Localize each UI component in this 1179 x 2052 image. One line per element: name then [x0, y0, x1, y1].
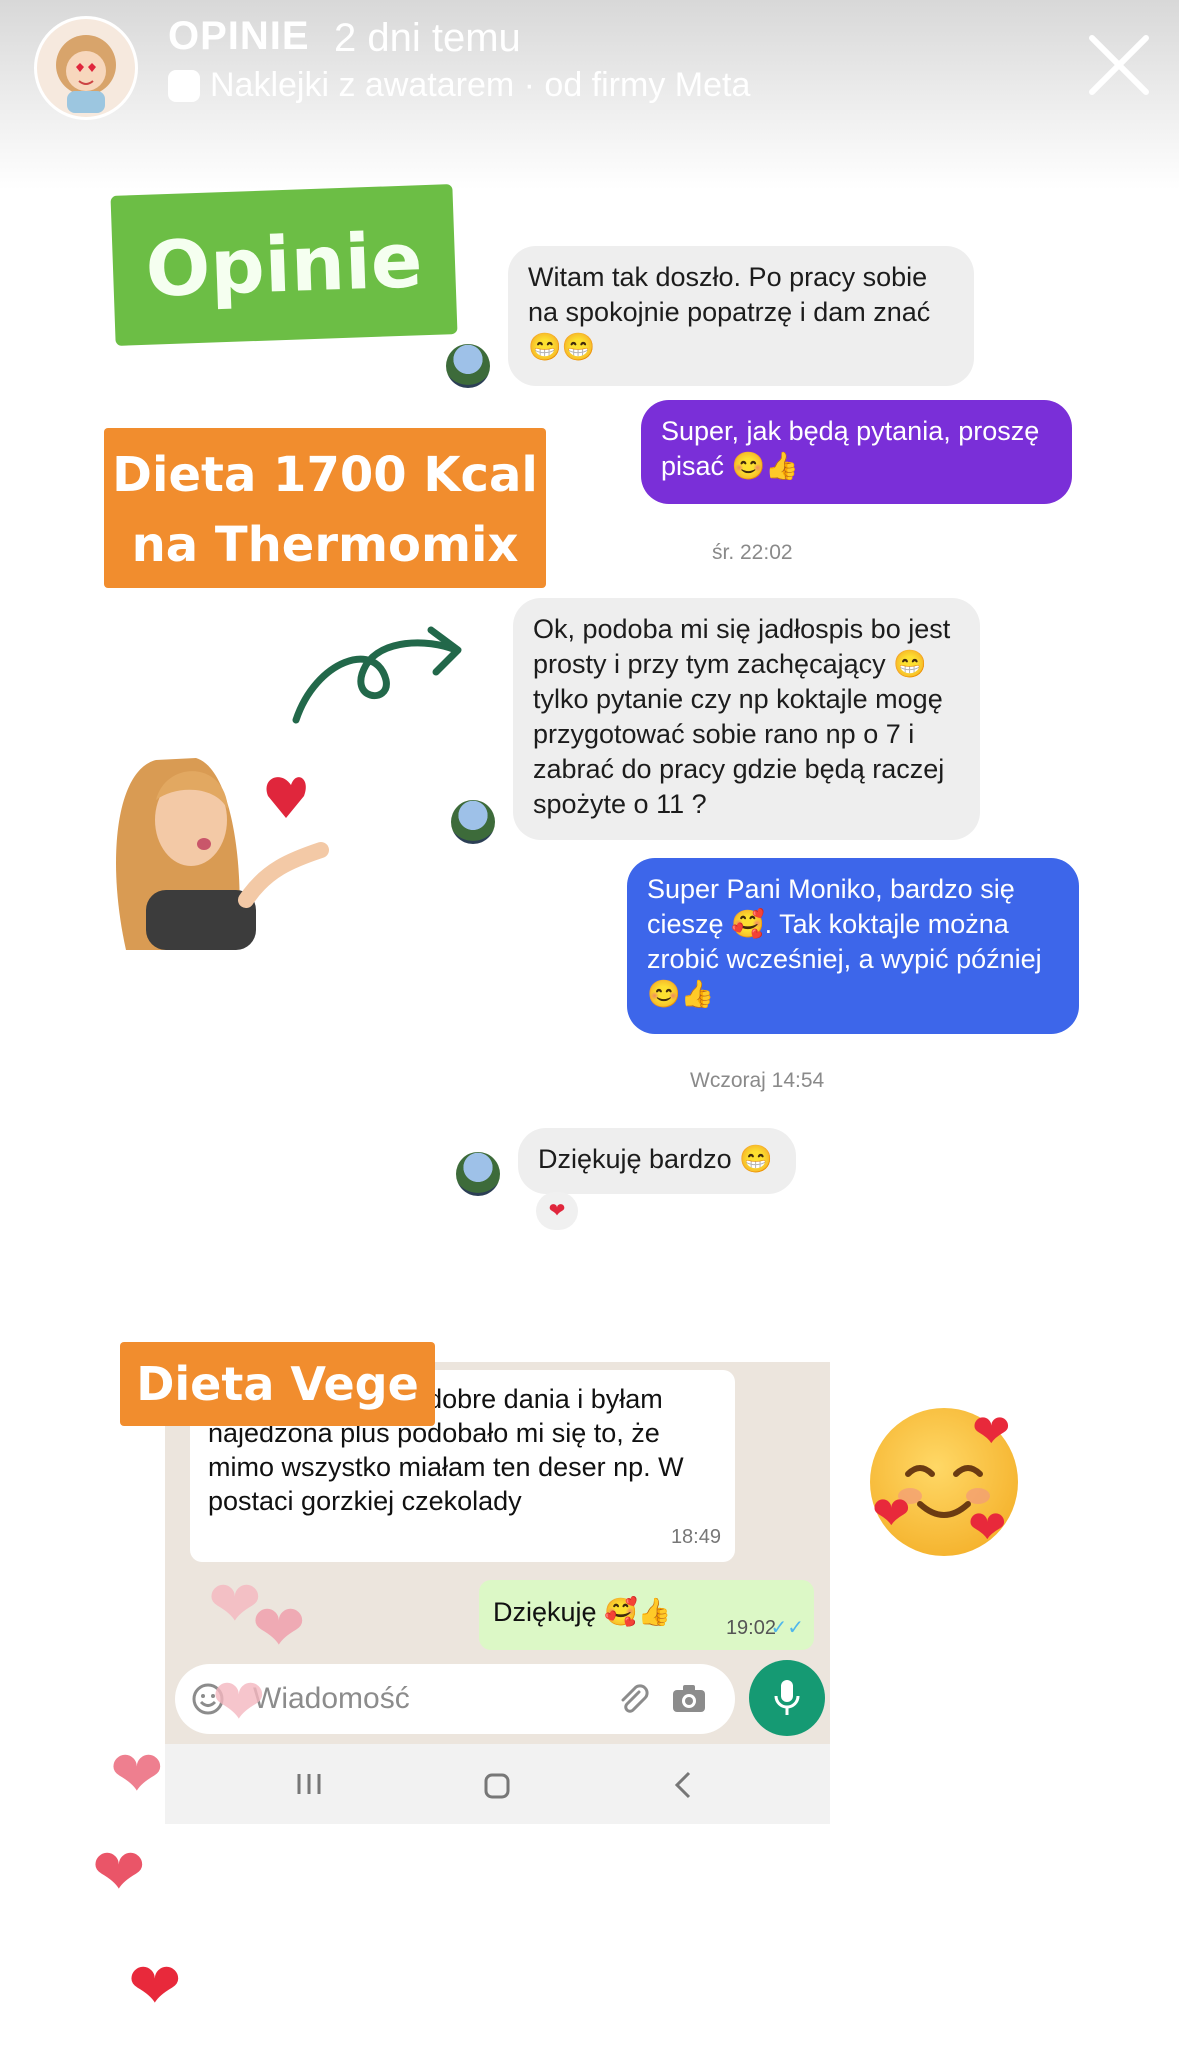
label-dieta-line1: Dieta 1700 Kcal [112, 447, 538, 503]
floating-heart-icon: ❤ [252, 1592, 306, 1664]
floating-heart-icon: ❤ [110, 1738, 164, 1810]
heart-icon: ❤ [872, 1487, 911, 1539]
avatar-sticker-kiss-icon [116, 758, 329, 950]
label-dieta-line2: na Thermomix [131, 517, 519, 573]
label-vege: Dieta Vege [120, 1342, 435, 1426]
label-opinie: Opinie [110, 184, 458, 346]
story-subtitle[interactable]: Naklejki z awatarem · od firmy Meta [168, 66, 750, 105]
contact-avatar [446, 344, 490, 388]
story-subtitle-text: Naklejki z awatarem · od firmy Meta [210, 66, 751, 104]
mic-button[interactable] [749, 1660, 825, 1736]
mic-icon [774, 1680, 800, 1715]
arrow-doodle-icon [292, 626, 462, 724]
message-outgoing: Super, jak będą pytania, proszę pisać 😊👍 [641, 400, 1072, 504]
story-time: 2 dni temu [334, 16, 521, 60]
contact-avatar [456, 1152, 500, 1196]
story-title[interactable]: OPINIE [168, 14, 310, 59]
message-outgoing: Super Pani Moniko, bardzo się cieszę 🥰. … [627, 858, 1079, 1034]
contact-avatar [451, 800, 495, 844]
heart-reaction: ❤ [536, 1192, 578, 1230]
attach-icon[interactable] [615, 1682, 649, 1716]
avatar-illustration-icon [56, 35, 116, 113]
read-ticks-icon: ✓✓ [770, 1617, 804, 1639]
message-incoming: Dziękuję bardzo 😁 [518, 1128, 796, 1194]
wa-message-text: Dziękuję 🥰👍 [493, 1597, 672, 1627]
home-icon[interactable] [483, 1772, 511, 1800]
recent-apps-icon[interactable] [295, 1772, 323, 1796]
story-avatar[interactable] [34, 16, 138, 120]
message-incoming: Ok, podoba mi się jadłospis bo jest pros… [513, 598, 980, 840]
heart-icon: ❤ [972, 1405, 1011, 1457]
heart-icon: ❤ [968, 1501, 1007, 1553]
camera-icon[interactable] [671, 1682, 707, 1716]
wa-message-time: 18:49 [670, 1526, 721, 1548]
timestamp: Wczoraj 14:54 [690, 1069, 825, 1092]
wa-message-time: 19:02 [725, 1617, 776, 1639]
wa-input-placeholder: Wiadomość [253, 1682, 410, 1715]
close-icon[interactable] [1084, 30, 1154, 100]
android-nav-bar [165, 1744, 830, 1824]
wa-message-outgoing: Dziękuję 🥰👍 19:02 ✓✓ [479, 1580, 814, 1650]
back-icon[interactable] [673, 1770, 693, 1800]
floating-heart-icon: ❤ [128, 1950, 182, 2022]
floating-heart-icon: ❤ [92, 1836, 146, 1908]
label-dieta: Dieta 1700 Kcal na Thermomix [104, 428, 546, 588]
floating-heart-icon: ❤ [212, 1666, 266, 1738]
message-incoming: Witam tak doszło. Po pracy sobie na spok… [508, 246, 974, 386]
avatar-sticker-icon [168, 69, 200, 102]
timestamp: śr. 22:02 [712, 541, 793, 564]
